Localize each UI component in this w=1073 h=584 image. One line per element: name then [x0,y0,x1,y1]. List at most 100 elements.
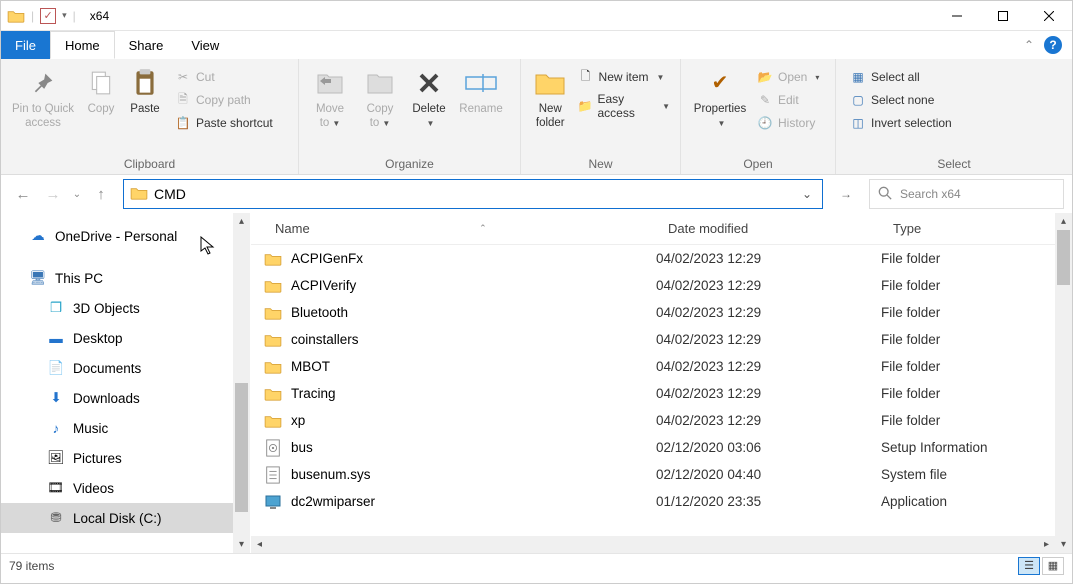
nav-local-disk[interactable]: ⛃Local Disk (C:) [1,503,233,533]
edit-button[interactable]: ✎Edit [753,90,823,110]
column-header-name[interactable]: Name⌃ [251,221,656,236]
scroll-left-icon[interactable]: ◂ [251,536,268,553]
nav-this-pc[interactable]: 🖥This PC [1,263,233,293]
nav-music[interactable]: ♪Music [1,413,233,443]
nav-pictures[interactable]: 🖼Pictures [1,443,233,473]
recent-locations-button[interactable]: ⌄ [69,180,85,208]
file-name: bus [291,440,656,455]
properties-qat-icon[interactable]: ✓ [40,8,56,24]
paste-shortcut-button[interactable]: 📋Paste shortcut [171,113,277,133]
paste-button[interactable]: Paste [123,63,167,116]
file-row[interactable]: xp04/02/2023 12:29File folder [251,407,1055,434]
open-icon: 📂 [757,69,773,85]
scroll-down-icon[interactable]: ▾ [233,536,250,553]
copy-path-icon: 🗎 [175,92,191,108]
nav-3d-objects[interactable]: ❒3D Objects [1,293,233,323]
delete-label: Delete▼ [412,102,445,131]
file-row[interactable]: dc2wmiparser01/12/2020 23:35Application [251,488,1055,515]
tab-share[interactable]: Share [115,31,178,59]
file-row[interactable]: coinstallers04/02/2023 12:29File folder [251,326,1055,353]
scroll-up-icon[interactable]: ▴ [233,213,250,230]
pin-to-quick-access-button[interactable]: Pin to Quick access [7,63,79,130]
file-scrollbar-thumb[interactable] [1057,230,1070,285]
delete-button[interactable]: Delete▼ [405,63,453,131]
file-date: 04/02/2023 12:29 [656,278,881,293]
column-header-date[interactable]: Date modified [656,221,881,236]
back-button[interactable]: ← [9,180,37,208]
close-button[interactable] [1026,1,1072,31]
scroll-right-icon[interactable]: ▸ [1038,536,1055,553]
column-header-type[interactable]: Type [881,221,1055,236]
file-type-icon [263,493,283,511]
copy-button[interactable]: Copy [79,63,123,116]
search-icon [878,186,892,203]
nav-documents[interactable]: 📄Documents [1,353,233,383]
minimize-button[interactable] [934,1,980,31]
file-date: 02/12/2020 03:06 [656,440,881,455]
ribbon: Pin to Quick access Copy Paste ✂Cut 🗎Cop… [1,59,1072,175]
thumbnails-view-button[interactable]: ▦ [1042,557,1064,575]
nav-desktop[interactable]: ▬Desktop [1,323,233,353]
file-name: coinstallers [291,332,656,347]
title-bar: | ✓ ▾ | x64 [1,1,1072,31]
cut-button[interactable]: ✂Cut [171,67,277,87]
move-to-button[interactable]: Move to▼ [305,63,355,131]
file-type: File folder [881,359,940,374]
nav-videos[interactable]: 🎞Videos [1,473,233,503]
history-button[interactable]: 🕘History [753,113,823,133]
properties-button[interactable]: ✔ Properties▼ [687,63,753,131]
address-bar[interactable]: ⌄ [123,179,823,209]
help-icon[interactable]: ? [1044,36,1062,54]
tab-view[interactable]: View [177,31,233,59]
rename-button[interactable]: Rename [453,63,509,116]
file-row[interactable]: MBOT04/02/2023 12:29File folder [251,353,1055,380]
horizontal-scrollbar[interactable]: ◂ ▸ [251,536,1055,553]
status-item-count: 79 items [9,559,54,573]
address-dropdown-icon[interactable]: ⌄ [798,187,816,201]
new-folder-button[interactable]: New folder [527,63,574,130]
invert-selection-button[interactable]: ◫Invert selection [846,113,956,133]
new-item-button[interactable]: 🗋New item▼ [574,67,674,87]
address-input[interactable] [154,186,798,202]
tab-file[interactable]: File [1,31,50,59]
search-box[interactable]: Search x64 [869,179,1064,209]
tab-home[interactable]: Home [50,31,115,59]
qat-separator: | [73,9,76,23]
forward-button[interactable]: → [39,180,67,208]
file-name: MBOT [291,359,656,374]
nav-downloads[interactable]: ⬇Downloads [1,383,233,413]
nav-scrollbar[interactable]: ▴ ▾ [233,213,250,553]
scroll-up-icon[interactable]: ▴ [1055,213,1072,230]
navigation-pane: ☁OneDrive - Personal 🖥This PC ❒3D Object… [1,213,251,553]
file-list[interactable]: ACPIGenFx04/02/2023 12:29File folderACPI… [251,245,1055,536]
file-row[interactable]: ACPIGenFx04/02/2023 12:29File folder [251,245,1055,272]
rename-label: Rename [459,102,502,116]
file-row[interactable]: Tracing04/02/2023 12:29File folder [251,380,1055,407]
select-all-button[interactable]: ▦Select all [846,67,956,87]
file-row[interactable]: bus02/12/2020 03:06Setup Information [251,434,1055,461]
select-none-button[interactable]: ▢Select none [846,90,956,110]
file-scrollbar[interactable]: ▴ ▾ [1055,213,1072,553]
nav-onedrive[interactable]: ☁OneDrive - Personal [1,221,233,251]
file-type-icon [263,466,283,484]
easy-access-button[interactable]: 📁Easy access▼ [574,90,674,122]
up-button[interactable]: ↑ [87,180,115,208]
status-bar: 79 items ☰ ▦ [1,553,1072,577]
file-row[interactable]: busenum.sys02/12/2020 04:40System file [251,461,1055,488]
maximize-button[interactable] [980,1,1026,31]
details-view-button[interactable]: ☰ [1018,557,1040,575]
collapse-ribbon-icon[interactable]: ⌃ [1024,38,1034,52]
file-row[interactable]: Bluetooth04/02/2023 12:29File folder [251,299,1055,326]
open-button[interactable]: 📂Open▾ [753,67,823,87]
copy-path-button[interactable]: 🗎Copy path [171,90,277,110]
group-label-new: New [521,157,680,174]
file-row[interactable]: ACPIVerify04/02/2023 12:29File folder [251,272,1055,299]
group-label-organize: Organize [299,157,520,174]
scroll-down-icon[interactable]: ▾ [1055,536,1072,553]
file-type-icon [263,304,283,322]
qat-dropdown-icon[interactable]: ▾ [62,10,67,21]
nav-scrollbar-thumb[interactable] [235,383,248,512]
go-button[interactable]: → [831,179,861,209]
copy-to-button[interactable]: Copy to▼ [355,63,405,131]
ribbon-tabs: File Home Share View ⌃ ? [1,31,1072,59]
